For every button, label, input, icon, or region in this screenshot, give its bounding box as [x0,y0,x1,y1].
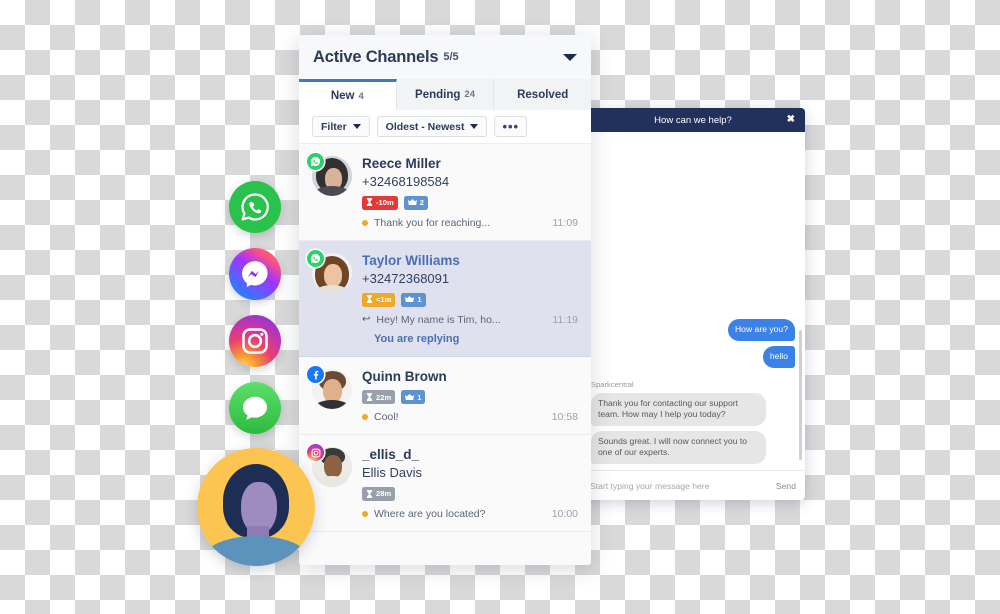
sla-badge: -10m [362,195,398,210]
tab-pending-label: Pending [415,88,461,101]
sla-badge: 22m [362,390,396,405]
hourglass-icon [366,198,373,207]
badge-group: -10m 2 [362,195,578,210]
agent-avatar[interactable] [197,448,315,566]
hourglass-icon [366,393,373,401]
contact-full-name: Ellis Davis [362,465,422,481]
channel-capacity-count: 5/5 [443,51,459,63]
panel-header: Active Channels 5/5 [299,35,591,79]
chevron-down-icon[interactable] [563,53,577,61]
preview-text: Cool! [374,411,399,424]
chevron-down-icon [470,124,479,129]
live-chat-widget: How can we help? ✖ How are you? hello Sp… [581,108,805,500]
contact-name: Taylor Williams [362,252,460,268]
tab-resolved[interactable]: Resolved [494,79,591,110]
sort-dropdown[interactable]: Oldest - Newest [376,116,488,137]
tab-new[interactable]: New 4 [299,79,397,110]
hourglass-icon [366,489,373,498]
chat-bubble-agent: Thank you for contacting our support tea… [591,392,766,426]
page-title: Active Channels [313,47,439,66]
status-note: You are replying [374,332,460,345]
send-button[interactable]: Send [776,481,796,491]
badge-group: <1m 1 [362,292,578,307]
timestamp: 10:00 [551,508,578,521]
filter-dropdown[interactable]: Filter [312,116,370,137]
preview-text: Hey! My name is Tim, ho... [376,313,501,326]
unread-dot-icon [362,219,368,226]
whatsapp-icon[interactable] [229,181,281,233]
preview-text: Thank you for reaching... [374,216,491,229]
unread-dot-icon [362,414,368,421]
badge-group: 28m [362,487,578,502]
list-item[interactable]: Reece Miller +32468198584 -10m 2 Thank y… [299,144,591,241]
filter-toolbar: Filter Oldest - Newest ••• [299,110,591,144]
crown-icon [407,199,417,206]
instagram-icon[interactable] [229,315,281,367]
chat-bubble-visitor: hello [762,346,795,368]
facebook-icon [307,365,324,383]
preview-text: Where are you located? [374,508,486,521]
tab-new-count: 4 [358,90,364,102]
active-channels-panel: Active Channels 5/5 New 4 Pending 24 Res… [299,35,591,565]
avatar-body [203,536,309,566]
contact-name: _ellis_d_ [362,447,420,463]
unread-dot-icon [362,511,368,518]
chat-bubble-visitor: How are you? [727,319,795,342]
tab-pending[interactable]: Pending 24 [396,79,495,110]
sla-badge: 28m [362,487,396,502]
filter-dropdown-label: Filter [321,120,347,133]
message-preview: Where are you located? 10:00 [362,508,578,520]
chevron-down-icon [352,124,361,129]
priority-badge: 1 [401,390,426,405]
contact-name: Quinn Brown [362,368,447,384]
close-icon[interactable]: ✖ [787,115,795,125]
crown-icon [405,394,415,400]
tab-resolved-label: Resolved [517,88,569,101]
contact-handle: +32472368091 [362,270,450,286]
chat-widget-title: How can we help? [654,114,732,126]
messenger-icon[interactable] [229,248,281,300]
avatar [307,153,352,196]
more-options-button[interactable]: ••• [494,116,528,137]
list-item[interactable]: _ellis_d_ Ellis Davis 28m Where are you … [299,435,591,533]
whatsapp-icon [307,153,324,170]
priority-badge: 1 [401,292,426,307]
contact-handle: +32468198584 [362,173,450,189]
chat-message-input[interactable] [590,480,770,491]
avatar [307,444,352,488]
status-tabs: New 4 Pending 24 Resolved [299,79,591,110]
conversation-list[interactable]: Reece Miller +32468198584 -10m 2 Thank y… [299,144,591,565]
list-item[interactable]: Quinn Brown 22m 1 Cool! 10:58 [299,356,591,436]
sms-icon[interactable] [229,382,281,434]
avatar [307,365,352,409]
badge-group: 22m 1 [362,390,578,405]
timestamp: 10:58 [551,411,578,424]
list-item[interactable]: Taylor Williams +32472368091 <1m 1 ↩ Hey… [299,240,591,357]
sla-badge: <1m [362,292,396,307]
timestamp: 11:19 [552,313,579,326]
chat-bubble-agent: Sounds great. I will now connect you to … [591,430,766,464]
tab-pending-count: 24 [464,89,475,100]
avatar [307,249,352,293]
screenshot-canvas: How can we help? ✖ How are you? hello Sp… [0,0,1000,614]
crown-icon [405,296,415,303]
whatsapp-icon [307,249,324,267]
timestamp: 11:09 [552,216,579,229]
priority-badge: 2 [403,195,428,210]
contact-name: Reece Miller [362,156,441,171]
tab-new-label: New [330,90,355,102]
reply-arrow-icon: ↩ [362,313,371,325]
chat-widget-header: How can we help? ✖ [581,108,805,132]
message-preview: ↩ Hey! My name is Tim, ho... 11:19 [362,314,578,326]
chat-agent-name: Sparkcentral [591,379,634,389]
message-preview: Cool! 10:58 [362,411,578,423]
message-preview: Thank you for reaching... 11:09 [362,217,578,229]
chat-scrollbar[interactable] [798,330,802,460]
chat-composer: Send [581,470,805,500]
sort-dropdown-label: Oldest - Newest [385,120,465,133]
chat-message-list: How are you? hello Sparkcentral Thank yo… [581,132,805,470]
hourglass-icon [366,295,373,304]
